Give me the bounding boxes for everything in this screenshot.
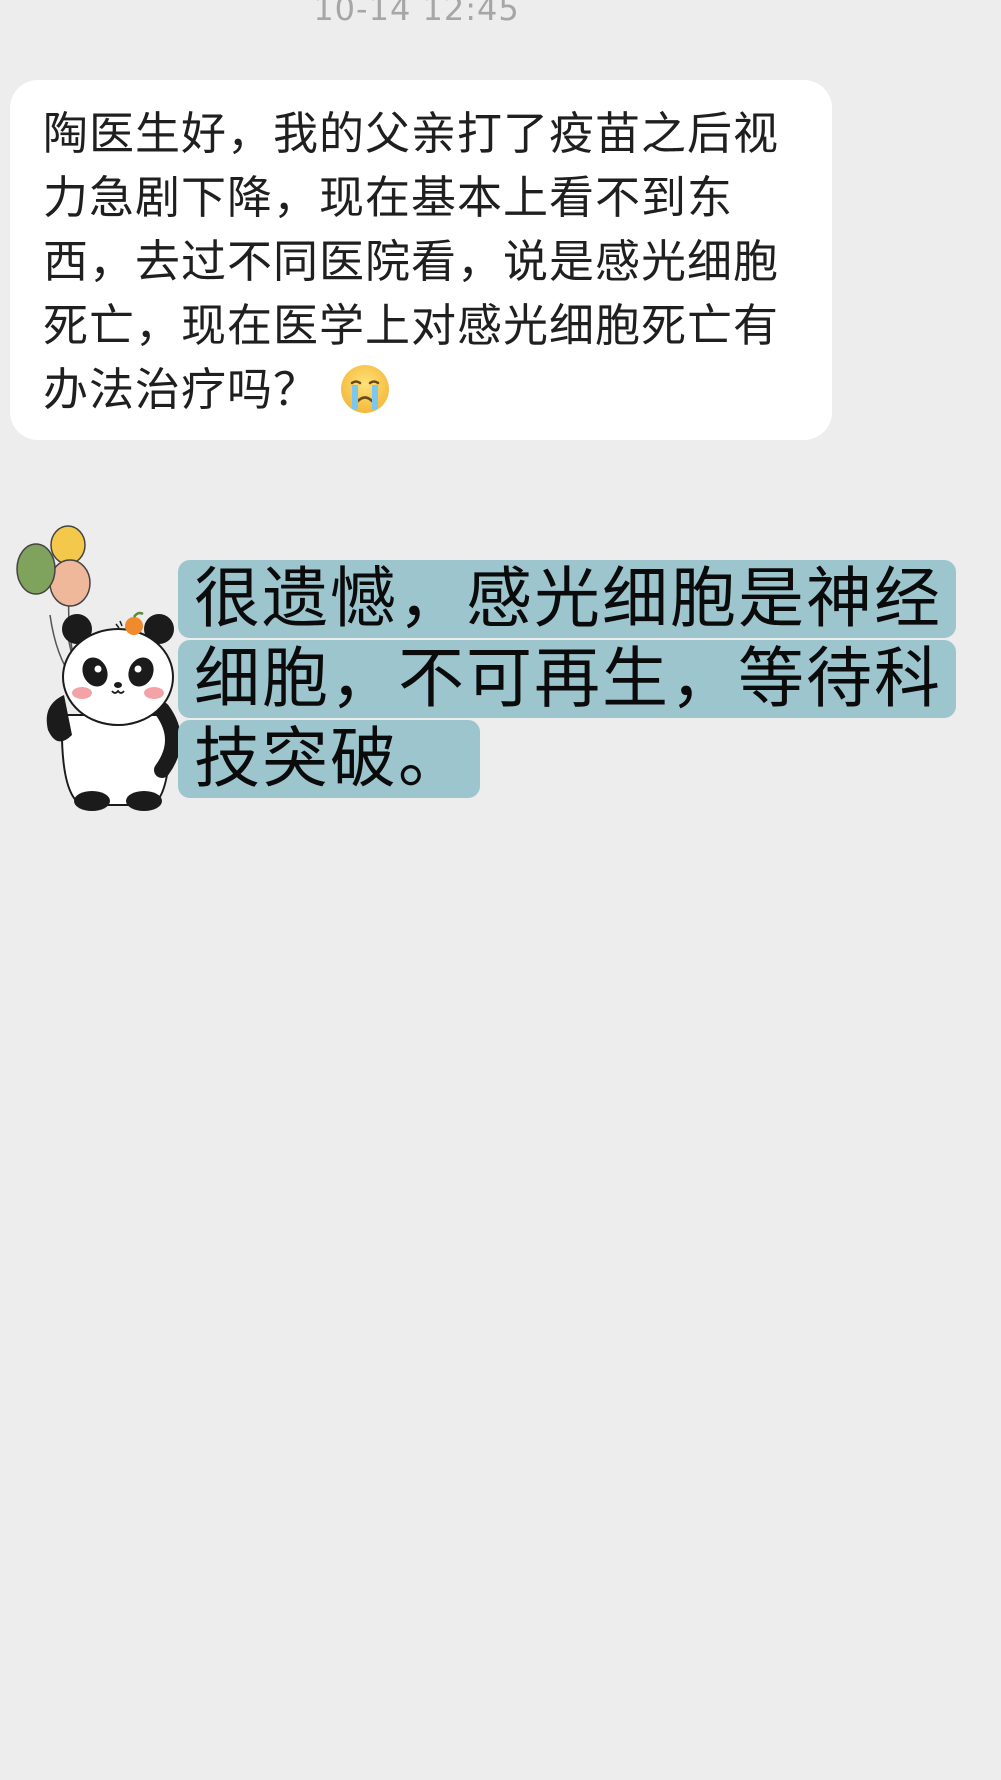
- reply-line: 技突破。: [178, 720, 480, 798]
- reply-message[interactable]: 很遗憾，感光细胞是神经 细胞，不可再生，等待科 技突破。: [178, 560, 958, 800]
- panda-with-balloons-sticker[interactable]: [12, 525, 182, 815]
- reply-line: 很遗憾，感光细胞是神经: [178, 560, 956, 638]
- reply-line: 细胞，不可再生，等待科: [178, 640, 956, 718]
- crying-face-emoji-icon: [341, 365, 390, 413]
- incoming-message-body: 陶医生好，我的父亲打了疫苗之后视力急剧下降，现在基本上看不到东西，去过不同医院看…: [43, 107, 780, 416]
- incoming-message-bubble[interactable]: 陶医生好，我的父亲打了疫苗之后视力急剧下降，现在基本上看不到东西，去过不同医院看…: [10, 80, 832, 440]
- message-timestamp: 10-14 12:45: [313, 0, 520, 28]
- incoming-message-text: 陶医生好，我的父亲打了疫苗之后视力急剧下降，现在基本上看不到东西，去过不同医院看…: [43, 102, 802, 422]
